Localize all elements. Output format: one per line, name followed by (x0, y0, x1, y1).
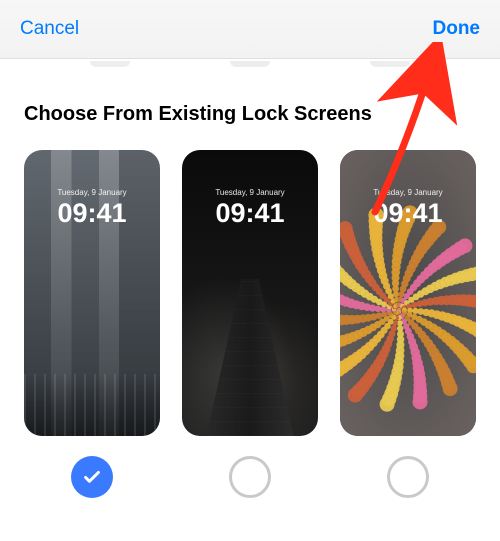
lockscreen-time: 09:41 (24, 198, 160, 229)
lockscreen-date: Tuesday, 9 January (24, 188, 160, 197)
done-button[interactable]: Done (433, 18, 481, 40)
wallpaper-preview-city[interactable]: Tuesday, 9 January 09:41 (24, 150, 160, 436)
header-bar: Cancel Done (0, 0, 500, 59)
cancel-button[interactable]: Cancel (20, 18, 79, 40)
wallpaper-preview-dark-street[interactable]: Tuesday, 9 January 09:41 (182, 150, 318, 436)
lockscreen-time: 09:41 (182, 198, 318, 229)
wallpaper-item: Tuesday, 9 January 09:41 (24, 150, 160, 498)
lockscreen-time: 09:41 (340, 198, 476, 229)
wallpaper-preview-emoji[interactable]: Tuesday, 9 January 09:41 (340, 150, 476, 436)
wallpaper-radio[interactable] (387, 456, 429, 498)
lockscreen-date: Tuesday, 9 January (340, 188, 476, 197)
wallpaper-item: Tuesday, 9 January 09:41 (340, 150, 476, 498)
wallpaper-item: Tuesday, 9 January 09:41 (182, 150, 318, 498)
section-title: Choose From Existing Lock Screens (0, 65, 500, 150)
wallpaper-radio[interactable] (229, 456, 271, 498)
checkmark-icon (81, 466, 103, 488)
previous-row-peek (0, 59, 500, 65)
lockscreen-date: Tuesday, 9 January (182, 188, 318, 197)
wallpaper-list: Tuesday, 9 January 09:41 Tuesday, 9 Janu… (0, 150, 500, 498)
wallpaper-radio-selected[interactable] (71, 456, 113, 498)
